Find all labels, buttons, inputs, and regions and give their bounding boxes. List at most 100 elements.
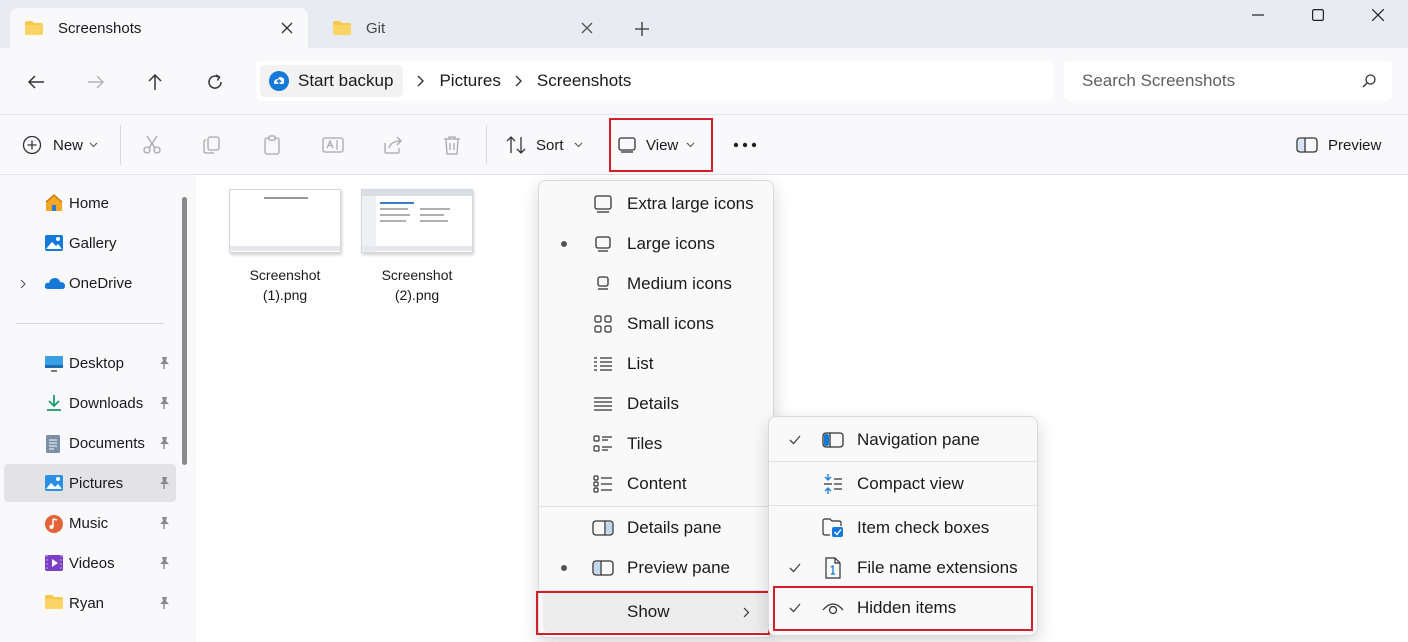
menu-item-details-pane[interactable]: Details pane: [539, 508, 773, 548]
new-button[interactable]: New: [22, 127, 98, 163]
nav-item-label: Documents: [69, 434, 145, 452]
search-box[interactable]: Search Screenshots: [1064, 61, 1392, 101]
navigation-pane: Home Gallery OneDrive Desktop Downloads …: [0, 175, 196, 642]
close-window-button[interactable]: [1348, 0, 1408, 30]
nav-item-label: Pictures: [69, 474, 124, 492]
breadcrumb-pictures[interactable]: Pictures: [439, 71, 500, 91]
nav-item-documents[interactable]: Documents: [4, 424, 176, 462]
rename-button[interactable]: [322, 127, 344, 163]
checkmark-icon: [789, 435, 801, 445]
nav-item-label: Downloads: [69, 394, 144, 412]
home-icon: [45, 194, 63, 211]
menu-item-label: Details: [627, 394, 679, 413]
tab-git[interactable]: Git: [318, 8, 608, 48]
nav-item-downloads[interactable]: Downloads: [4, 384, 176, 422]
menu-item-label: Large icons: [627, 234, 715, 253]
nav-item-gallery[interactable]: Gallery: [4, 224, 176, 262]
menu-item-preview-pane[interactable]: Preview pane: [539, 548, 773, 588]
address-bar[interactable]: Start backup Pictures Screenshots: [256, 61, 1054, 101]
menu-divider: [769, 461, 1037, 462]
back-button[interactable]: [16, 64, 56, 100]
file-item[interactable]: Screenshot (2).png: [357, 175, 477, 305]
more-options-button[interactable]: [732, 127, 758, 163]
nav-item-home[interactable]: Home: [4, 184, 176, 222]
content-view-icon: [593, 475, 612, 493]
menu-item-file-name-extensions[interactable]: File name extensions: [769, 548, 1037, 588]
menu-item-label: Content: [627, 474, 687, 493]
chevron-right-icon: [417, 75, 425, 87]
nav-item-desktop[interactable]: Desktop: [4, 344, 176, 382]
nav-scrollbar[interactable]: [182, 197, 187, 465]
file-name-line1: Screenshot: [249, 267, 321, 283]
cloud-icon: [44, 278, 65, 289]
nav-item-label: Music: [69, 514, 109, 532]
pin-icon[interactable]: [158, 436, 170, 450]
nav-item-onedrive[interactable]: OneDrive: [4, 264, 176, 302]
menu-item-label: Preview pane: [627, 558, 731, 577]
menu-item-list[interactable]: List: [539, 344, 773, 384]
menu-item-label: Medium icons: [627, 274, 732, 293]
menu-item-small-icons[interactable]: Small icons: [539, 304, 773, 344]
pin-icon[interactable]: [158, 556, 170, 570]
start-backup-button[interactable]: Start backup: [260, 65, 404, 97]
share-icon: [384, 136, 402, 154]
pin-icon[interactable]: [158, 476, 170, 490]
paste-button[interactable]: [262, 127, 282, 163]
view-menu: Extra large icons Large icons Medium ico…: [538, 180, 774, 638]
folder-icon: [332, 20, 352, 36]
pin-icon[interactable]: [158, 596, 170, 610]
cloud-backup-icon: [269, 71, 289, 91]
delete-button[interactable]: [443, 127, 461, 163]
copy-icon: [203, 136, 220, 154]
menu-item-extra-large-icons[interactable]: Extra large icons: [539, 184, 773, 224]
menu-item-details[interactable]: Details: [539, 384, 773, 424]
copy-button[interactable]: [202, 127, 222, 163]
menu-item-content[interactable]: Content: [539, 464, 773, 504]
menu-item-compact-view[interactable]: Compact view: [769, 464, 1037, 504]
forward-button[interactable]: [76, 64, 116, 100]
desktop-icon: [45, 356, 63, 372]
menu-item-navigation-pane[interactable]: Navigation pane: [769, 420, 1037, 460]
file-thumbnail: [229, 189, 341, 253]
close-tab-icon[interactable]: [272, 13, 302, 43]
more-icon: [733, 142, 757, 148]
pin-icon[interactable]: [158, 516, 170, 530]
file-extension-icon: [825, 557, 841, 579]
refresh-button[interactable]: [195, 64, 235, 100]
preview-button[interactable]: Preview: [1296, 127, 1381, 163]
address-row: Start backup Pictures Screenshots Search…: [0, 48, 1408, 115]
nav-item-label: Ryan: [69, 594, 105, 612]
close-tab-icon[interactable]: [572, 13, 602, 43]
sort-button[interactable]: Sort: [506, 127, 583, 163]
menu-item-large-icons[interactable]: Large icons: [539, 224, 773, 264]
nav-item-videos[interactable]: Videos: [4, 544, 176, 582]
maximize-button[interactable]: [1288, 0, 1348, 30]
nav-item-pictures[interactable]: Pictures: [4, 464, 176, 502]
menu-item-item-check-boxes[interactable]: Item check boxes: [769, 508, 1037, 548]
tab-screenshots[interactable]: Screenshots: [10, 8, 308, 48]
menu-item-label: Tiles: [627, 434, 663, 453]
up-button[interactable]: [135, 64, 175, 100]
minimize-button[interactable]: [1228, 0, 1288, 30]
cut-button[interactable]: [142, 127, 162, 163]
menu-divider: [539, 506, 773, 507]
breadcrumb-screenshots[interactable]: Screenshots: [537, 71, 632, 91]
nav-item-music[interactable]: Music: [4, 504, 176, 542]
new-tab-button[interactable]: [626, 13, 658, 45]
file-item[interactable]: Screenshot (1).png: [225, 175, 345, 305]
menu-item-label: Compact view: [857, 474, 964, 493]
nav-item-ryan[interactable]: Ryan: [4, 584, 176, 622]
refresh-icon: [208, 74, 222, 89]
menu-item-label: Small icons: [627, 314, 714, 333]
menu-item-label: Item check boxes: [857, 518, 990, 537]
selected-bullet-icon: [561, 241, 567, 247]
share-button[interactable]: [383, 127, 403, 163]
pin-icon[interactable]: [158, 396, 170, 410]
pin-icon[interactable]: [158, 356, 170, 370]
menu-item-tiles[interactable]: Tiles: [539, 424, 773, 464]
chevron-right-icon[interactable]: [20, 279, 26, 289]
document-icon: [46, 435, 60, 453]
chevron-down-icon: [89, 142, 98, 148]
hidden-items-highlight-box: [773, 586, 1033, 631]
menu-item-medium-icons[interactable]: Medium icons: [539, 264, 773, 304]
